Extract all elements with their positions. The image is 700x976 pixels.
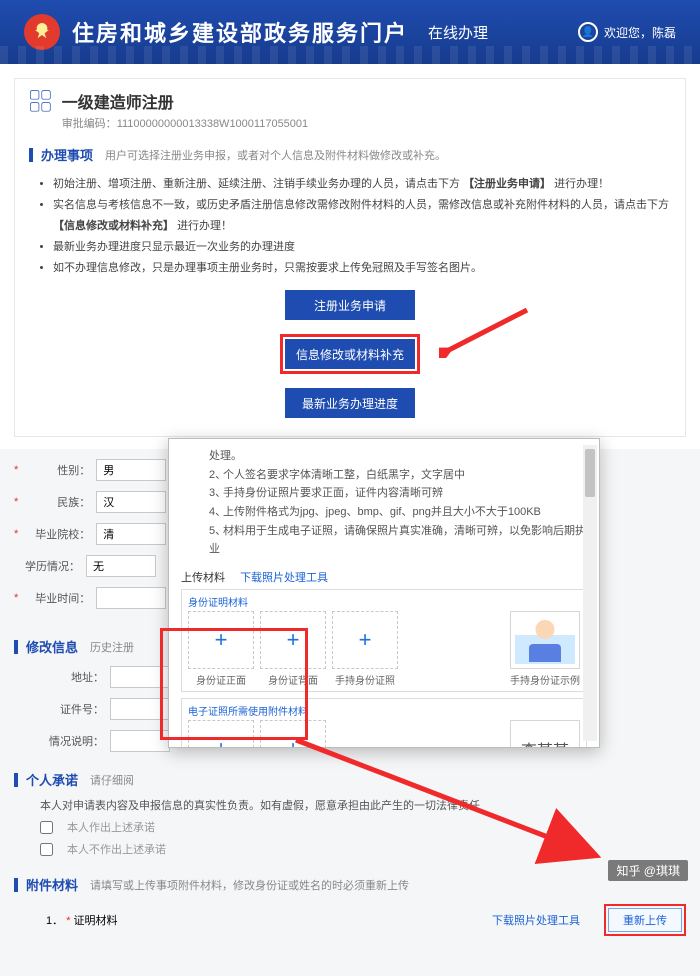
- grad-school-label: 毕业院校：: [24, 526, 90, 542]
- dialog-rules: 处理。 2、个人签名要求字体清晰工整，白纸黑字，文字居中 3、手持身份证照片要求…: [209, 447, 587, 559]
- matters-notes: 初始注册、增项注册、重新注册、延续注册、注销手续业务办理的人员，请点击下方 【注…: [29, 174, 671, 278]
- desc-field[interactable]: [110, 730, 170, 752]
- edu-field[interactable]: [86, 555, 156, 577]
- highlight-frame-modify: 信息修改或材料补充: [280, 334, 420, 374]
- upload-bare-photo[interactable]: +: [188, 720, 254, 748]
- download-photo-tool-link[interactable]: 下载照片处理工具: [492, 912, 580, 928]
- modify-supplement-button[interactable]: 信息修改或材料补充: [285, 339, 415, 369]
- ethnic-field[interactable]: [96, 491, 166, 513]
- cert-label: 证件号：: [38, 701, 104, 717]
- id-group-title: 身份证明材料: [188, 594, 580, 609]
- matters-subtitle: 用户可选择注册业务申报，或者对个人信息及附件材料做修改或补充。: [105, 147, 446, 163]
- commitment-subtitle: 请仔细阅: [90, 772, 134, 788]
- register-apply-button[interactable]: 注册业务申请: [285, 290, 415, 320]
- rule-5: 材料用于生成电子证照，请确保照片真实准确，清晰可辨，以免影响后期执业: [209, 525, 586, 556]
- grad-date-label: 毕业时间：: [24, 590, 90, 606]
- license-group-title: 电子证照所需使用附件材料: [188, 703, 580, 718]
- commit-yes-checkbox[interactable]: [40, 821, 53, 834]
- note-4: 如不办理信息修改，只是办理事项主册业务时，只需按要求上传免冠照及手写签名图片。: [53, 258, 671, 279]
- grad-school-field[interactable]: [96, 523, 166, 545]
- serial-value: 11100000000013338W1000117055001: [117, 118, 308, 130]
- upload-section-label: 上传材料: [181, 572, 225, 584]
- cap-example-photo: 手持身份证示例: [510, 672, 580, 687]
- gender-label: 性别：: [24, 462, 90, 478]
- example-signature: 李某某: [510, 720, 580, 748]
- user-avatar-icon: [578, 22, 598, 42]
- modify-title: 修改信息: [26, 637, 78, 656]
- rule-intro: 处理。: [209, 450, 242, 462]
- upload-id-back[interactable]: +: [260, 611, 326, 669]
- attach-index: 1．: [46, 915, 63, 927]
- license-material-group: 电子证照所需使用附件材料 + 免冠证件照 + 手写签名 李某某 手写签名示例: [181, 698, 587, 748]
- panel-header: ▢▢▢▢ 一级建造师注册 审批编码：11100000000013338W1000…: [29, 89, 671, 131]
- ethnic-label: 民族：: [24, 494, 90, 510]
- welcome-text: 欢迎您，陈磊: [604, 24, 676, 41]
- cap-id-back: 身份证背面: [260, 672, 326, 687]
- highlight-frame-upload: 重新上传: [604, 904, 686, 936]
- commit-no-label: 本人不作出上述承诺: [67, 841, 166, 857]
- example-hold-photo: [510, 611, 580, 669]
- cap-id-hold: 手持身份证照: [332, 672, 398, 687]
- rule-3: 手持身份证照片要求正面，证件内容清晰可辨: [223, 487, 443, 499]
- download-tool-link[interactable]: 下载照片处理工具: [240, 572, 328, 584]
- national-emblem-icon: [24, 14, 60, 50]
- annotation-arrow-to-modify: [439, 308, 529, 358]
- user-area[interactable]: 欢迎您，陈磊: [578, 22, 676, 42]
- desc-label: 情况说明：: [38, 733, 104, 749]
- module-icon: ▢▢▢▢: [29, 89, 52, 113]
- modify-subtitle: 历史注册: [90, 639, 134, 655]
- section-commitment-title: 个人承诺 请仔细阅: [14, 770, 686, 789]
- section-matters-title: 办理事项 用户可选择注册业务申报，或者对个人信息及附件材料做修改或补充。: [29, 145, 671, 164]
- id-material-group: 身份证明材料 + 身份证正面 + 身份证背面 + 手持身份证照 手持身份证示例: [181, 589, 587, 692]
- serial-label: 审批编码：: [62, 118, 117, 130]
- rule-2: 个人签名要求字体清晰工整，白纸黑字，文字居中: [223, 469, 465, 481]
- latest-progress-button[interactable]: 最新业务办理进度: [285, 388, 415, 418]
- address-field[interactable]: [110, 666, 170, 688]
- commit-no-checkbox[interactable]: [40, 843, 53, 856]
- section-attachments-title: 附件材料 请填写或上传事项附件材料，修改身份证或姓名的时必须重新上传: [14, 875, 686, 894]
- dialog-section-upload: 上传材料 下载照片处理工具: [181, 569, 587, 585]
- main-panel: ▢▢▢▢ 一级建造师注册 审批编码：11100000000013338W1000…: [14, 78, 686, 437]
- commitment-text: 本人对申请表内容及申报信息的真实性负责。如有虚假，愿意承担由此产生的一切法律责任: [40, 797, 686, 813]
- attachment-row-1: 1． * 证明材料 下载照片处理工具 重新上传: [46, 904, 686, 936]
- watermark: 知乎 @琪琪: [608, 860, 688, 881]
- cert-field[interactable]: [110, 698, 170, 720]
- attach-name: 证明材料: [74, 915, 118, 927]
- matters-title: 办理事项: [41, 145, 93, 164]
- note-2: 实名信息与考核信息不一致，或历史矛盾注册信息修改需修改附件材料的人员，需修改信息…: [53, 195, 671, 237]
- attachments-title: 附件材料: [26, 875, 78, 894]
- grad-date-field[interactable]: [96, 587, 166, 609]
- action-button-column: 注册业务申请 信息修改或材料补充 最新业务办理进度: [29, 290, 671, 418]
- rule-4: 上传附件格式为jpg、jpeg、bmp、gif、png并且大小不大于100KB: [223, 506, 541, 518]
- upload-id-front[interactable]: +: [188, 611, 254, 669]
- upload-dialog: 处理。 2、个人签名要求字体清晰工整，白纸黑字，文字居中 3、手持身份证照片要求…: [168, 438, 600, 748]
- note-1: 初始注册、增项注册、重新注册、延续注册、注销手续业务办理的人员，请点击下方 【注…: [53, 174, 671, 195]
- upload-signature[interactable]: +: [260, 720, 326, 748]
- address-label: 地址：: [38, 669, 104, 685]
- skyline-decoration: [0, 46, 700, 64]
- reupload-button[interactable]: 重新上传: [608, 908, 682, 932]
- note-3: 最新业务办理进度只显示最近一次业务的办理进度: [53, 237, 671, 258]
- commitment-title: 个人承诺: [26, 770, 78, 789]
- cap-id-front: 身份证正面: [188, 672, 254, 687]
- gender-field[interactable]: [96, 459, 166, 481]
- attachments-subtitle: 请填写或上传事项附件材料，修改身份证或姓名的时必须重新上传: [90, 877, 409, 893]
- required-star: *: [66, 915, 70, 927]
- site-title: 住房和城乡建设部政务服务门户: [72, 16, 408, 48]
- app-header: 住房和城乡建设部政务服务门户 在线办理 欢迎您，陈磊: [0, 0, 700, 64]
- panel-title: 一级建造师注册: [62, 89, 308, 113]
- panel-serial: 审批编码：11100000000013338W1000117055001: [62, 115, 308, 131]
- upload-id-hold[interactable]: +: [332, 611, 398, 669]
- dialog-scrollbar[interactable]: [583, 445, 597, 741]
- commit-yes-label: 本人作出上述承诺: [67, 819, 155, 835]
- breadcrumb-subpage: 在线办理: [428, 22, 488, 43]
- commitment-options: 本人作出上述承诺 本人不作出上述承诺: [14, 819, 686, 857]
- edu-label: 学历情况：: [14, 558, 80, 574]
